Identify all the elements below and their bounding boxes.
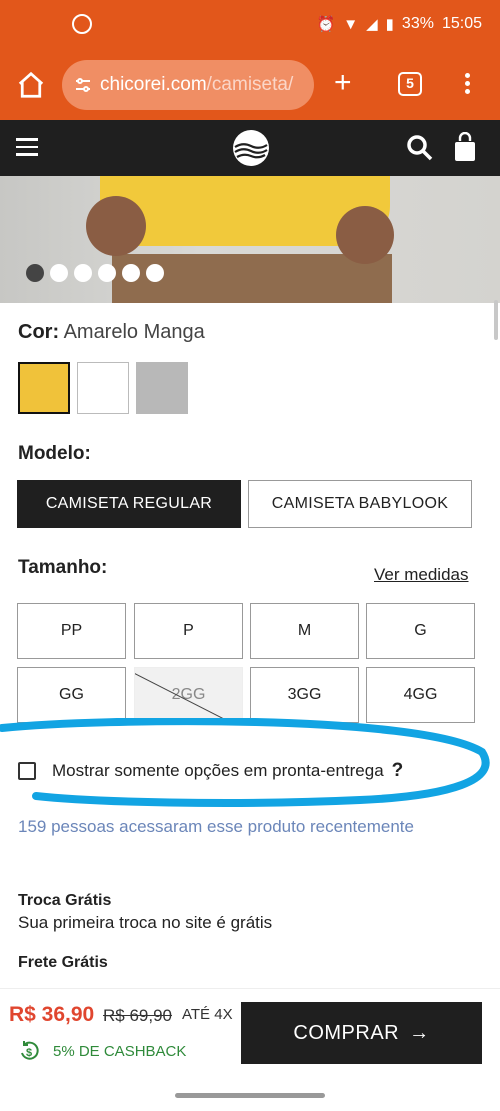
size-p[interactable]: P [134,603,243,659]
browser-toolbar: chicorei.com/camiseta/ + 5 [0,50,500,120]
ready-delivery-label: Mostrar somente opções em pronta-entrega [52,761,384,780]
recent-visitors-text: 159 pessoas acessaram esse produto recen… [18,817,414,836]
page-scrollbar[interactable] [494,300,498,340]
size-heading: Tamanho: [18,557,108,578]
svg-text:$: $ [26,1047,32,1059]
exchange-title: Troca Grátis [18,892,112,909]
cashback-icon: $ [21,1041,39,1060]
installments-text: ATÉ 4X [182,1006,233,1023]
carousel-dot[interactable] [146,264,164,282]
size-guide-link[interactable]: Ver medidas [374,565,469,585]
chicorei-logo[interactable] [232,129,270,167]
product-image[interactable] [0,176,500,303]
model-heading: Modelo: [18,443,91,464]
url-path: /camiseta/ [206,74,294,95]
alarm-icon: ⏰ [316,16,336,33]
whatsapp-icon [72,14,92,34]
buy-button-label: COMPRAR [293,1021,400,1044]
battery-icon: ▮ [385,16,394,33]
site-settings-icon[interactable] [74,76,92,94]
product-photo-hand [86,196,146,256]
model-babylook-button[interactable]: CAMISETA BABYLOOK [248,480,472,528]
carousel-dots [26,264,164,282]
swatch-gray[interactable] [136,362,188,414]
address-bar[interactable]: chicorei.com/camiseta/ [62,60,314,110]
size-g[interactable]: G [366,603,475,659]
selected-color: Amarelo Manga [63,321,205,343]
size-gg[interactable]: GG [17,667,126,723]
carousel-dot[interactable] [26,264,44,282]
carousel-dot[interactable] [74,264,92,282]
status-bar: ⏰ ▼ ◢ ▮ 33% 15:05 [0,0,500,50]
wifi-icon: ▼ [343,15,359,33]
carousel-dot[interactable] [50,264,68,282]
home-icon[interactable] [16,70,46,100]
signal-icon: ◢ [366,16,378,33]
product-photo-hand [336,206,394,264]
tab-switcher-button[interactable]: 5 [398,72,422,96]
shipping-title: Frete Grátis [18,954,108,971]
color-heading: Cor: Amarelo Manga [18,321,205,343]
url-domain: chicorei.com [100,74,207,95]
swatch-white[interactable] [77,362,129,414]
shopping-bag-icon[interactable] [454,132,476,162]
gesture-nav-handle[interactable] [175,1093,325,1098]
battery-level: 33% [401,15,434,32]
help-icon[interactable]: ? [392,760,404,782]
original-price: R$ 69,90 [103,1006,172,1025]
size-m[interactable]: M [250,603,359,659]
status-icons: ⏰ ▼ ◢ ▮ 33% 15:05 [317,15,482,33]
cashback-text: 5% DE CASHBACK [53,1043,187,1060]
size-3gg[interactable]: 3GG [250,667,359,723]
size-4gg[interactable]: 4GG [366,667,475,723]
carousel-dot[interactable] [98,264,116,282]
size-pp[interactable]: PP [17,603,126,659]
ready-delivery-checkbox[interactable] [18,762,36,780]
arrow-right-icon: → [409,1021,430,1044]
purchase-bar: R$ 36,90 R$ 69,90 ATÉ 4X $ 5% DE CASHBAC… [0,988,500,1080]
exchange-text: Sua primeira troca no site é grátis [18,913,273,932]
buy-button[interactable]: COMPRAR → [241,1002,482,1064]
site-header [0,120,500,176]
menu-icon[interactable] [16,138,38,156]
new-tab-button[interactable]: + [334,68,352,98]
clock: 15:05 [441,15,482,32]
carousel-dot[interactable] [122,264,140,282]
search-icon[interactable] [406,134,434,162]
ready-delivery-filter[interactable]: Mostrar somente opções em pronta-entrega… [18,760,403,782]
more-options-icon[interactable] [462,70,472,100]
current-price: R$ 36,90 [9,1003,95,1026]
size-2gg-unavailable: 2GG [134,667,243,723]
swatch-yellow[interactable] [18,362,70,414]
model-regular-button[interactable]: CAMISETA REGULAR [17,480,241,528]
